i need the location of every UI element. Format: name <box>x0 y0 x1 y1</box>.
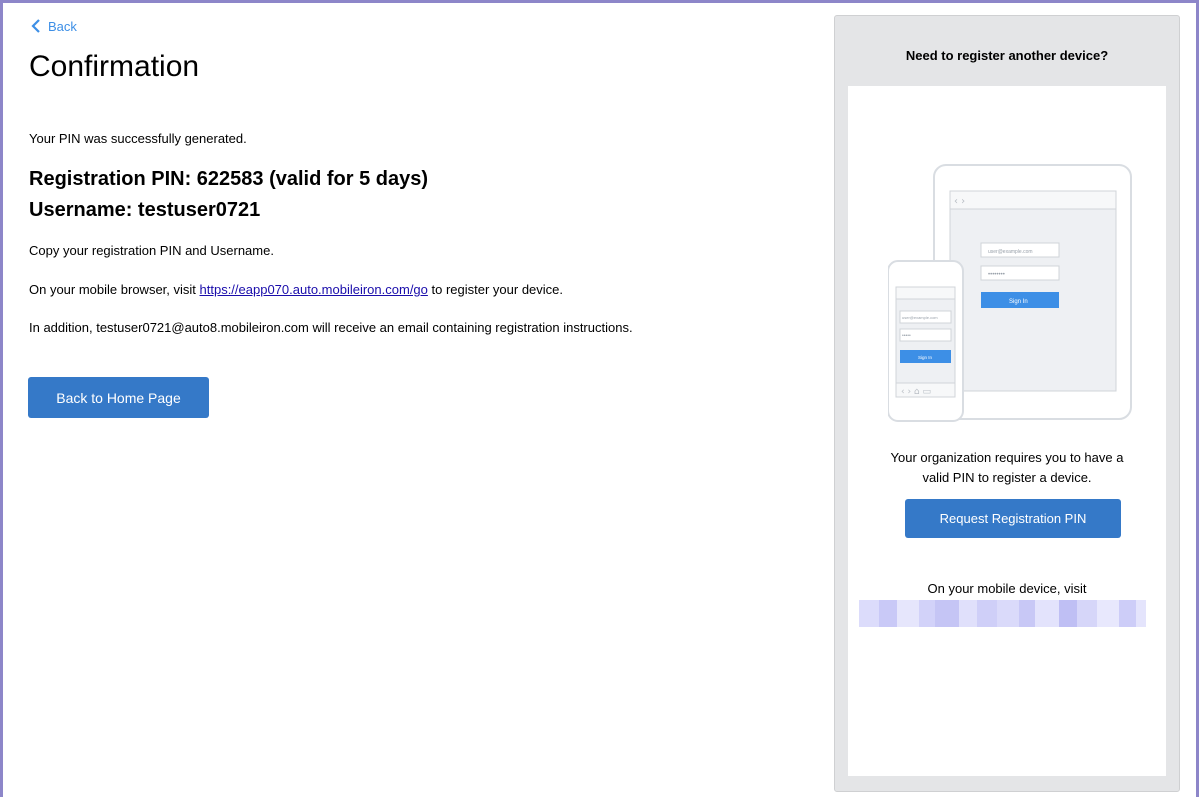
blur-block <box>1019 600 1035 627</box>
tablet-email-text: user@example.com <box>988 249 1033 255</box>
page-title: Confirmation <box>29 50 200 83</box>
blur-block <box>1136 600 1146 627</box>
email-notice: In addition, testuser0721@auto8.mobileir… <box>29 320 633 335</box>
obscured-url <box>859 600 1166 627</box>
register-another-panel: Need to register another device? ‹ › use… <box>834 15 1180 792</box>
blur-block <box>1077 600 1097 627</box>
phone-signin-text: Sign In <box>918 355 933 360</box>
pin-requirement-line-2: valid PIN to register a device. <box>922 470 1092 485</box>
phone-bottom-icons: ‹ › ⌂ ▭ <box>901 387 931 397</box>
registration-pin: Registration PIN: 622583 (valid for 5 da… <box>29 168 429 190</box>
phone-password-dots: ••••• <box>902 333 911 339</box>
blur-block <box>859 600 879 627</box>
blur-block <box>1119 600 1136 627</box>
blur-block <box>879 600 897 627</box>
copy-instruction: Copy your registration PIN and Username. <box>29 243 274 258</box>
back-link-label: Back <box>48 18 77 34</box>
device-illustration: ‹ › user@example.com •••••••• Sign In us… <box>888 164 1132 422</box>
blur-block <box>1035 600 1059 627</box>
phone-toolbar <box>895 286 956 300</box>
phone-screen <box>895 286 956 398</box>
blur-block <box>1097 600 1119 627</box>
visit-prefix: On your mobile browser, visit <box>29 282 200 297</box>
blur-block <box>959 600 977 627</box>
request-registration-pin-button[interactable]: Request Registration PIN <box>905 499 1121 538</box>
tablet-signin-text: Sign In <box>1009 299 1028 305</box>
blur-block <box>897 600 919 627</box>
username: Username: testuser0721 <box>29 199 261 221</box>
panel-heading: Need to register another device? <box>905 48 1109 63</box>
tablet-screen <box>949 190 1117 392</box>
pin-requirement-line-1: Your organization requires you to have a <box>890 450 1124 465</box>
blur-block <box>935 600 959 627</box>
back-to-home-button[interactable]: Back to Home Page <box>28 377 209 418</box>
blur-block <box>997 600 1019 627</box>
visit-instruction: On your mobile browser, visit https://ea… <box>29 282 563 297</box>
blur-block <box>977 600 997 627</box>
blur-block <box>1059 600 1077 627</box>
tablet-password-dots: •••••••• <box>988 272 1005 278</box>
success-message: Your PIN was successfully generated. <box>29 131 247 146</box>
phone-email-text: user@example.com <box>902 315 938 320</box>
blur-block <box>919 600 935 627</box>
back-link[interactable]: Back <box>30 18 77 34</box>
visit-suffix: to register your device. <box>427 282 564 297</box>
tablet-nav-arrows: ‹ › <box>954 196 965 207</box>
pin-requirement-text: Your organization requires you to have a… <box>848 448 1166 488</box>
panel-body: ‹ › user@example.com •••••••• Sign In us… <box>848 86 1166 776</box>
mobile-visit-text: On your mobile device, visit <box>927 581 1087 596</box>
chevron-left-icon <box>31 19 40 33</box>
tablet-toolbar <box>949 190 1117 210</box>
registration-url-link[interactable]: https://eapp070.auto.mobileiron.com/go <box>200 282 428 297</box>
